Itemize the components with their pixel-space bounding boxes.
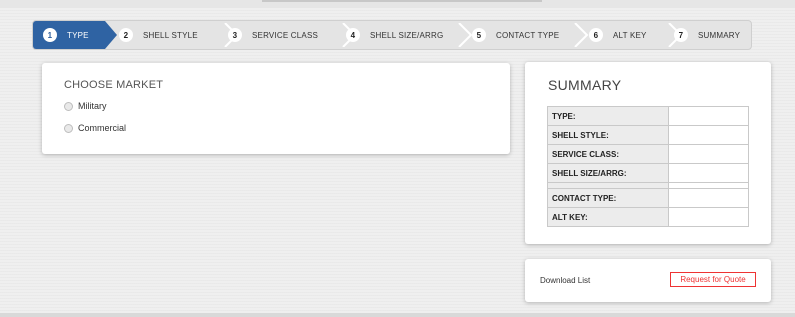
step-number: 7 bbox=[674, 28, 688, 42]
chevron-separator-icon bbox=[574, 23, 589, 47]
download-list-link[interactable]: Download List bbox=[540, 276, 590, 285]
step-label: TYPE bbox=[67, 30, 89, 40]
radio-button[interactable] bbox=[64, 123, 73, 133]
summary-label: SERVICE CLASS: bbox=[547, 144, 669, 164]
table-row: SHELL STYLE: bbox=[547, 125, 749, 145]
radio-commercial[interactable]: Commercial bbox=[64, 123, 126, 133]
radio-label: Commercial bbox=[78, 123, 127, 133]
step-number: 2 bbox=[119, 28, 133, 42]
summary-label: CONTACT TYPE: bbox=[547, 188, 669, 208]
top-bar bbox=[0, 0, 795, 8]
step-alt-key[interactable]: 6 ALT KEY bbox=[589, 21, 647, 49]
summary-value bbox=[668, 125, 749, 145]
radio-button[interactable] bbox=[64, 101, 73, 111]
progress-steps: 1 TYPE 2 SHELL STYLE 3 SERVICE CLASS 4 S… bbox=[32, 20, 752, 50]
step-type[interactable]: 1 TYPE bbox=[43, 21, 89, 49]
step-service-class[interactable]: 3 SERVICE CLASS bbox=[228, 21, 318, 49]
step-shell-size-arrg[interactable]: 4 SHELL SIZE/ARRG bbox=[346, 21, 443, 49]
radio-military[interactable]: Military bbox=[64, 101, 107, 111]
table-row: TYPE: bbox=[547, 106, 749, 126]
active-step-arrow bbox=[105, 21, 117, 49]
choose-market-panel: CHOOSE MARKET Military Commercial bbox=[42, 63, 510, 154]
summary-table: TYPE: SHELL STYLE: SERVICE CLASS: SHELL … bbox=[547, 106, 749, 227]
summary-label: SHELL SIZE/ARRG: bbox=[547, 163, 669, 183]
top-bar-accent bbox=[262, 0, 542, 2]
step-label: SUMMARY bbox=[698, 30, 741, 40]
table-row: SERVICE CLASS: bbox=[547, 144, 749, 164]
step-shell-style[interactable]: 2 SHELL STYLE bbox=[119, 21, 198, 49]
step-summary[interactable]: 7 SUMMARY bbox=[674, 21, 740, 49]
step-label: CONTACT TYPE bbox=[496, 30, 560, 40]
step-number: 5 bbox=[472, 28, 486, 42]
request-for-quote-button[interactable]: Request for Quote bbox=[670, 272, 756, 287]
summary-value bbox=[668, 188, 749, 208]
bottom-bar bbox=[0, 313, 795, 317]
step-number: 1 bbox=[43, 28, 57, 42]
summary-panel: SUMMARY TYPE: SHELL STYLE: SERVICE CLASS… bbox=[525, 62, 771, 244]
market-title: CHOOSE MARKET bbox=[64, 79, 164, 91]
step-number: 4 bbox=[346, 28, 360, 42]
table-row: SHELL SIZE/ARRG: bbox=[547, 163, 749, 183]
summary-title: SUMMARY bbox=[548, 77, 622, 93]
actions-panel: Download List Request for Quote bbox=[525, 259, 771, 302]
step-contact-type[interactable]: 5 CONTACT TYPE bbox=[472, 21, 559, 49]
summary-label: TYPE: bbox=[547, 106, 669, 126]
step-label: ALT KEY bbox=[613, 30, 647, 40]
step-label: SHELL STYLE bbox=[143, 30, 198, 40]
chevron-separator-icon bbox=[458, 23, 473, 47]
radio-label: Military bbox=[78, 101, 107, 111]
summary-label: ALT KEY: bbox=[547, 207, 669, 227]
table-row: CONTACT TYPE: bbox=[547, 188, 749, 208]
step-number: 3 bbox=[228, 28, 242, 42]
summary-value bbox=[668, 106, 749, 126]
step-number: 6 bbox=[589, 28, 603, 42]
summary-value bbox=[668, 144, 749, 164]
summary-value bbox=[668, 207, 749, 227]
step-label: SHELL SIZE/ARRG bbox=[370, 30, 444, 40]
table-row: ALT KEY: bbox=[547, 207, 749, 227]
summary-label: SHELL STYLE: bbox=[547, 125, 669, 145]
step-label: SERVICE CLASS bbox=[252, 30, 319, 40]
summary-value bbox=[668, 163, 749, 183]
